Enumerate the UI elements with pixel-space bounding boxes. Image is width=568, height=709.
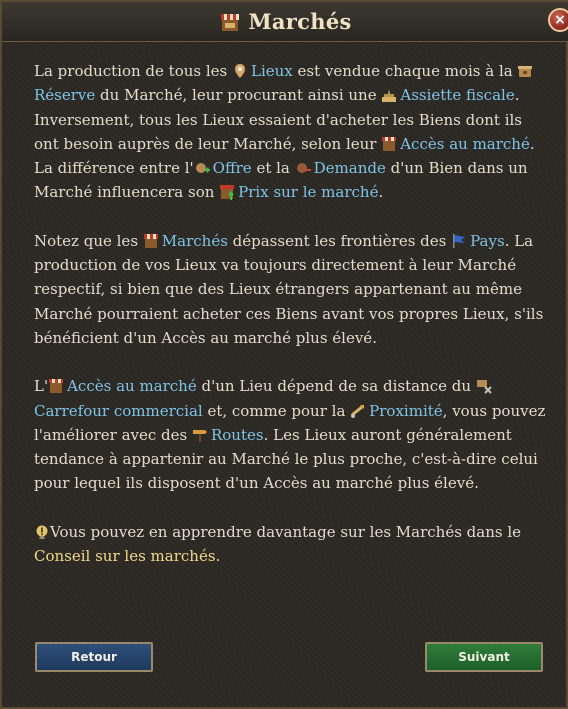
paragraph-3: L' Accès au marché d'un Lieu dépend de sa… [34,374,546,495]
link-assiette-fiscale[interactable]: Assiette fiscale [400,86,514,104]
supply-icon [195,163,210,174]
text: . [215,547,221,566]
text: Notez que les [34,231,143,250]
panel-header: Marchés × [2,2,568,42]
text: et la [251,159,295,178]
market-access-icon [49,379,64,394]
link-routes[interactable]: Routes [211,426,264,444]
tutorial-text: La production de tous les Lieux est vend… [34,59,546,592]
flag-icon [453,233,466,248]
text: La production de tous les [34,62,232,80]
link-acces-marche[interactable]: Accès au marché [67,377,197,395]
tax-base-icon [382,89,397,103]
text: dépassent les frontières des [227,231,452,250]
location-icon [235,64,245,78]
paragraph-2: Notez que les Marchés dépassent les fron… [34,229,546,350]
link-lieux[interactable]: Lieux [251,62,293,80]
panel-title: Marchés [2,9,568,34]
panel-title-text: Marchés [248,9,352,34]
link-conseil-marches[interactable]: Conseil sur les marchés [34,547,216,565]
link-demande[interactable]: Demande [314,159,386,177]
reserve-icon [518,66,533,77]
text: Vous pouvez en apprendre davantage sur l… [50,522,522,541]
trade-hub-icon [476,380,492,394]
link-carrefour-commercial[interactable]: Carrefour commercial [34,402,203,420]
text: et, comme pour la [202,401,351,420]
proximity-icon [351,404,365,418]
paragraph-4: Vous pouvez en apprendre davantage sur l… [34,520,546,569]
close-button[interactable]: × [548,8,568,32]
text: . [378,183,384,202]
close-icon: × [554,12,566,28]
tutorial-panel: Marchés × La production de tous les Lieu… [0,0,568,709]
link-reserve[interactable]: Réserve [34,86,95,104]
link-prix-marche[interactable]: Prix sur le marché [238,183,378,201]
paragraph-1: La production de tous les Lieux est vend… [34,59,546,205]
link-acces-marche[interactable]: Accès au marché [400,135,530,153]
lightbulb-icon [36,525,48,539]
market-price-icon [220,185,235,201]
text: L' [34,377,49,396]
text: d'un Lieu dépend de sa distance du [196,377,476,396]
market-stall-icon [221,14,240,31]
road-sign-icon [192,429,207,442]
link-pays[interactable]: Pays [470,232,505,250]
market-stall-icon [143,233,158,248]
next-button[interactable]: Suivant [425,642,543,672]
text: est vendue chaque mois à la [292,62,518,80]
link-marches[interactable]: Marchés [162,232,228,250]
text: du Marché, leur procurant ainsi une [95,86,382,105]
back-button[interactable]: Retour [35,642,153,672]
market-access-icon [382,136,397,151]
demand-icon [296,163,311,174]
link-offre[interactable]: Offre [213,159,252,177]
link-proximite[interactable]: Proximité [369,402,442,420]
